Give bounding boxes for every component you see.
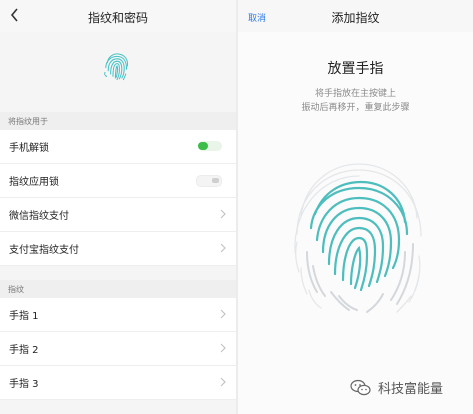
row-app-lock[interactable]: 指纹应用锁 <box>0 164 236 198</box>
row-wechat-pay[interactable]: 微信指纹支付 <box>0 198 236 232</box>
row-label: 微信指纹支付 <box>9 211 69 222</box>
fingerprint-icon <box>104 53 129 81</box>
wechat-icon <box>350 379 371 395</box>
fingerprint-scan-icon <box>294 163 422 313</box>
fingerprint-settings-screen: 指纹和密码 将指纹用于 手机解锁 指纹应用锁 微信指纹支付 支付宝指纹支付 指纹… <box>0 0 236 414</box>
section-header-usage: 将指纹用于 <box>0 112 236 130</box>
chevron-right-icon <box>220 309 226 319</box>
page-title: 指纹和密码 <box>87 11 148 25</box>
row-label: 手指 1 <box>9 311 39 322</box>
row-label: 手指 3 <box>9 379 39 390</box>
chevron-right-icon <box>220 209 226 219</box>
app-lock-toggle[interactable] <box>196 175 222 187</box>
page-title: 添加指纹 <box>331 11 380 25</box>
header-bar: 取消 添加指纹 <box>238 0 473 32</box>
chevron-right-icon <box>220 377 226 387</box>
instruction-hint-line-2: 振动后再移开，重复此步骤 <box>301 103 410 113</box>
instruction-hint-line-1: 将手指放在主按键上 <box>314 89 396 99</box>
toggle-knob <box>212 178 219 183</box>
header-bar: 指纹和密码 <box>0 0 236 32</box>
chevron-right-icon <box>220 243 226 253</box>
phone-unlock-toggle[interactable] <box>198 141 222 151</box>
watermark-text: 科技富能量 <box>378 382 444 397</box>
row-label: 手指 2 <box>9 345 39 356</box>
row-label: 支付宝指纹支付 <box>9 245 79 256</box>
row-label: 手机解锁 <box>9 143 49 154</box>
row-label: 指纹应用锁 <box>9 177 59 188</box>
row-alipay[interactable]: 支付宝指纹支付 <box>0 232 236 266</box>
watermark: 科技富能量 <box>350 378 443 397</box>
section-header-fingerprints: 指纹 <box>0 280 236 298</box>
add-fingerprint-screen: 取消 添加指纹 放置手指 将手指放在主按键上 振动后再移开，重复此步骤 <box>238 0 473 414</box>
row-finger-3[interactable]: 手指 3 <box>0 366 236 400</box>
toggle-knob <box>198 142 208 150</box>
chevron-right-icon <box>220 343 226 353</box>
row-finger-2[interactable]: 手指 2 <box>0 332 236 366</box>
row-finger-1[interactable]: 手指 1 <box>0 298 236 332</box>
instruction-heading: 放置手指 <box>327 61 384 77</box>
row-phone-unlock[interactable]: 手机解锁 <box>0 130 236 164</box>
